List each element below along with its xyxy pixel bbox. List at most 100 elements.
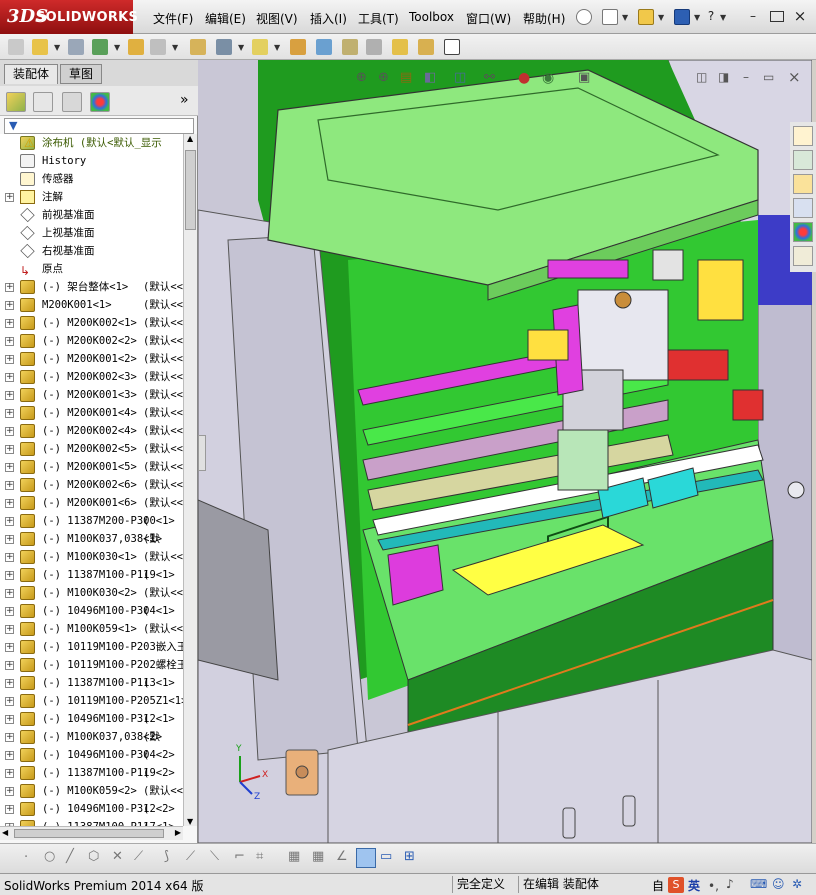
scroll-left-icon[interactable]: ◀ [2, 828, 8, 837]
linear-pattern-icon[interactable] [92, 39, 108, 55]
tree-item[interactable]: + (-) M200K002<6> (默认<< [0, 476, 183, 494]
tree-item[interactable]: + M200K001<1> (默认<< [0, 296, 183, 314]
expand-toggle-icon[interactable]: + [5, 463, 14, 472]
tree-hscroll-thumb[interactable] [14, 829, 164, 838]
viewport-minimize-icon[interactable]: – [743, 70, 749, 84]
expand-toggle-icon[interactable]: + [5, 715, 14, 724]
design-library-icon[interactable] [793, 150, 813, 170]
tree-item[interactable]: + 注解 [0, 188, 183, 206]
mate-icon[interactable] [68, 39, 84, 55]
expand-toggle-icon[interactable]: + [5, 499, 14, 508]
expand-toggle-icon[interactable]: + [5, 427, 14, 436]
expand-toggle-icon[interactable]: + [5, 661, 14, 670]
solidworks-logo[interactable]: 3DS SOLIDWORKS [0, 0, 138, 34]
file-explorer-icon[interactable] [793, 174, 813, 194]
expand-toggle-icon[interactable]: + [5, 193, 14, 202]
menu-window[interactable]: 窗口(W) [466, 10, 511, 27]
viewport-close-icon[interactable]: × [788, 68, 801, 86]
expand-toggle-icon[interactable]: + [5, 607, 14, 616]
open-dropdown-icon[interactable]: ▼ [658, 13, 664, 22]
tree-item[interactable]: + (-) M200K001<3> (默认<< [0, 386, 183, 404]
scroll-up-icon[interactable]: ▲ [187, 134, 193, 143]
tree-item[interactable]: 前视基准面 [0, 206, 183, 224]
view-palette-icon[interactable] [793, 198, 813, 218]
smart-fasteners-icon[interactable] [128, 39, 144, 55]
new-motion-study-icon[interactable] [290, 39, 306, 55]
viewport-maximize-icon[interactable]: ▭ [763, 70, 774, 84]
tree-item[interactable]: + (-) 10119M100-P203嵌入王 [0, 638, 183, 656]
shaded-view-icon[interactable] [356, 848, 376, 868]
expand-toggle-icon[interactable]: + [5, 283, 14, 292]
help-question-icon[interactable]: ? [704, 9, 718, 23]
expand-toggle-icon[interactable]: + [5, 301, 14, 310]
expand-toggle-icon[interactable]: + [5, 535, 14, 544]
ime-keyboard-icon[interactable]: ⌨ [750, 877, 767, 891]
menu-view[interactable]: 视图(V) [256, 10, 298, 27]
save-icon[interactable] [674, 9, 690, 25]
grid-icon[interactable]: ▦ [288, 849, 300, 864]
help-dropdown-icon[interactable]: ▼ [720, 13, 726, 22]
instant3d-icon[interactable] [444, 39, 460, 55]
expand-toggle-icon[interactable]: + [5, 769, 14, 778]
tree-item[interactable]: + (-) M100K037,038<2> (默 [0, 728, 183, 746]
expand-toggle-icon[interactable]: + [5, 481, 14, 490]
previous-view-icon[interactable]: ▤ [400, 70, 412, 85]
tree-item[interactable]: + (-) M100K030<1> (默认<< [0, 548, 183, 566]
expand-toggle-icon[interactable]: + [5, 697, 14, 706]
expand-toggle-icon[interactable]: + [5, 409, 14, 418]
assembly-features-dropdown-icon[interactable]: ▼ [238, 43, 244, 52]
expand-toggle-icon[interactable]: + [5, 319, 14, 328]
clearance-verification-icon[interactable] [418, 39, 434, 55]
cad-model-render[interactable] [198, 60, 812, 843]
tree-item[interactable]: + (-) M100K030<2> (默认<< [0, 584, 183, 602]
tree-item[interactable]: + (-) M200K002<1> (默认<< [0, 314, 183, 332]
viewport-restore-icon[interactable]: ◨ [718, 70, 729, 84]
expand-toggle-icon[interactable]: + [5, 787, 14, 796]
show-hidden-components-icon[interactable] [190, 39, 206, 55]
tree-item[interactable]: + (-) M200K001<4> (默认<< [0, 404, 183, 422]
ime-punctuation-icon[interactable]: •, [708, 879, 719, 893]
view-settings-icon[interactable]: ▣ [578, 70, 590, 85]
configuration-manager-icon[interactable] [62, 92, 82, 112]
open-folder-icon[interactable] [638, 9, 654, 25]
expand-toggle-icon[interactable]: + [5, 571, 14, 580]
offset-icon[interactable]: ⟆ [164, 849, 169, 864]
tree-root-assembly[interactable]: ⚠ 涂布机 (默认<默认_显示 [0, 134, 183, 152]
zoom-to-fit-icon[interactable]: ⊕ [356, 70, 367, 85]
tree-item[interactable]: + (-) 10496M100-P312<1>( [0, 710, 183, 728]
expand-toggle-icon[interactable]: + [5, 391, 14, 400]
tree-item[interactable]: + (-) 11387M100-P119<2>( [0, 764, 183, 782]
save-dropdown-icon[interactable]: ▼ [694, 13, 700, 22]
tree-item[interactable]: History [0, 152, 183, 170]
tree-scroll-thumb[interactable] [185, 150, 196, 230]
tree-item[interactable]: + (-) M200K002<4> (默认<< [0, 422, 183, 440]
smart-dimension-icon[interactable]: ⌗ [256, 849, 263, 864]
reference-dropdown-icon[interactable]: ▼ [274, 43, 280, 52]
zoom-to-area-icon[interactable]: ⊕ [378, 70, 389, 85]
line-icon[interactable]: ╱ [66, 849, 74, 864]
tree-filter[interactable]: ▼ [4, 118, 194, 134]
insert-component-icon[interactable] [8, 39, 24, 55]
filter-icon[interactable]: ▼ [9, 119, 17, 132]
explode-line-sketch-icon[interactable] [366, 39, 382, 55]
tree-item[interactable]: + (-) M200K002<5> (默认<< [0, 440, 183, 458]
ime-user-icon[interactable]: ☺ [772, 877, 785, 891]
viewport-split-icon[interactable]: ◫ [696, 70, 707, 84]
tree-vertical-scrollbar[interactable]: ▲ ▼ [183, 134, 197, 826]
tree-item[interactable]: + (-) M100K037,038<1> (默 [0, 530, 183, 548]
expand-toggle-icon[interactable]: + [5, 643, 14, 652]
expand-toggle-icon[interactable]: + [5, 553, 14, 562]
expand-toggle-icon[interactable]: + [5, 337, 14, 346]
panel-collapse-handle[interactable] [198, 435, 206, 471]
new-part-icon[interactable] [32, 39, 48, 55]
snap-icon[interactable]: ▦ [312, 849, 324, 864]
ime-language[interactable]: 英 [688, 877, 700, 894]
display-manager-icon[interactable] [90, 92, 110, 112]
expand-toggle-icon[interactable]: + [5, 805, 14, 814]
tree-item[interactable]: 上视基准面 [0, 224, 183, 242]
wireframe-view-icon[interactable]: ▭ [380, 849, 392, 864]
tree-item[interactable]: + (-) 10496M100-P312<2>( [0, 800, 183, 818]
tree-item[interactable]: + (-) M200K002<3> (默认<< [0, 368, 183, 386]
tree-item[interactable]: + (-) 10496M100-P304<2>( [0, 746, 183, 764]
pattern-dropdown-icon[interactable]: ▼ [114, 43, 120, 52]
